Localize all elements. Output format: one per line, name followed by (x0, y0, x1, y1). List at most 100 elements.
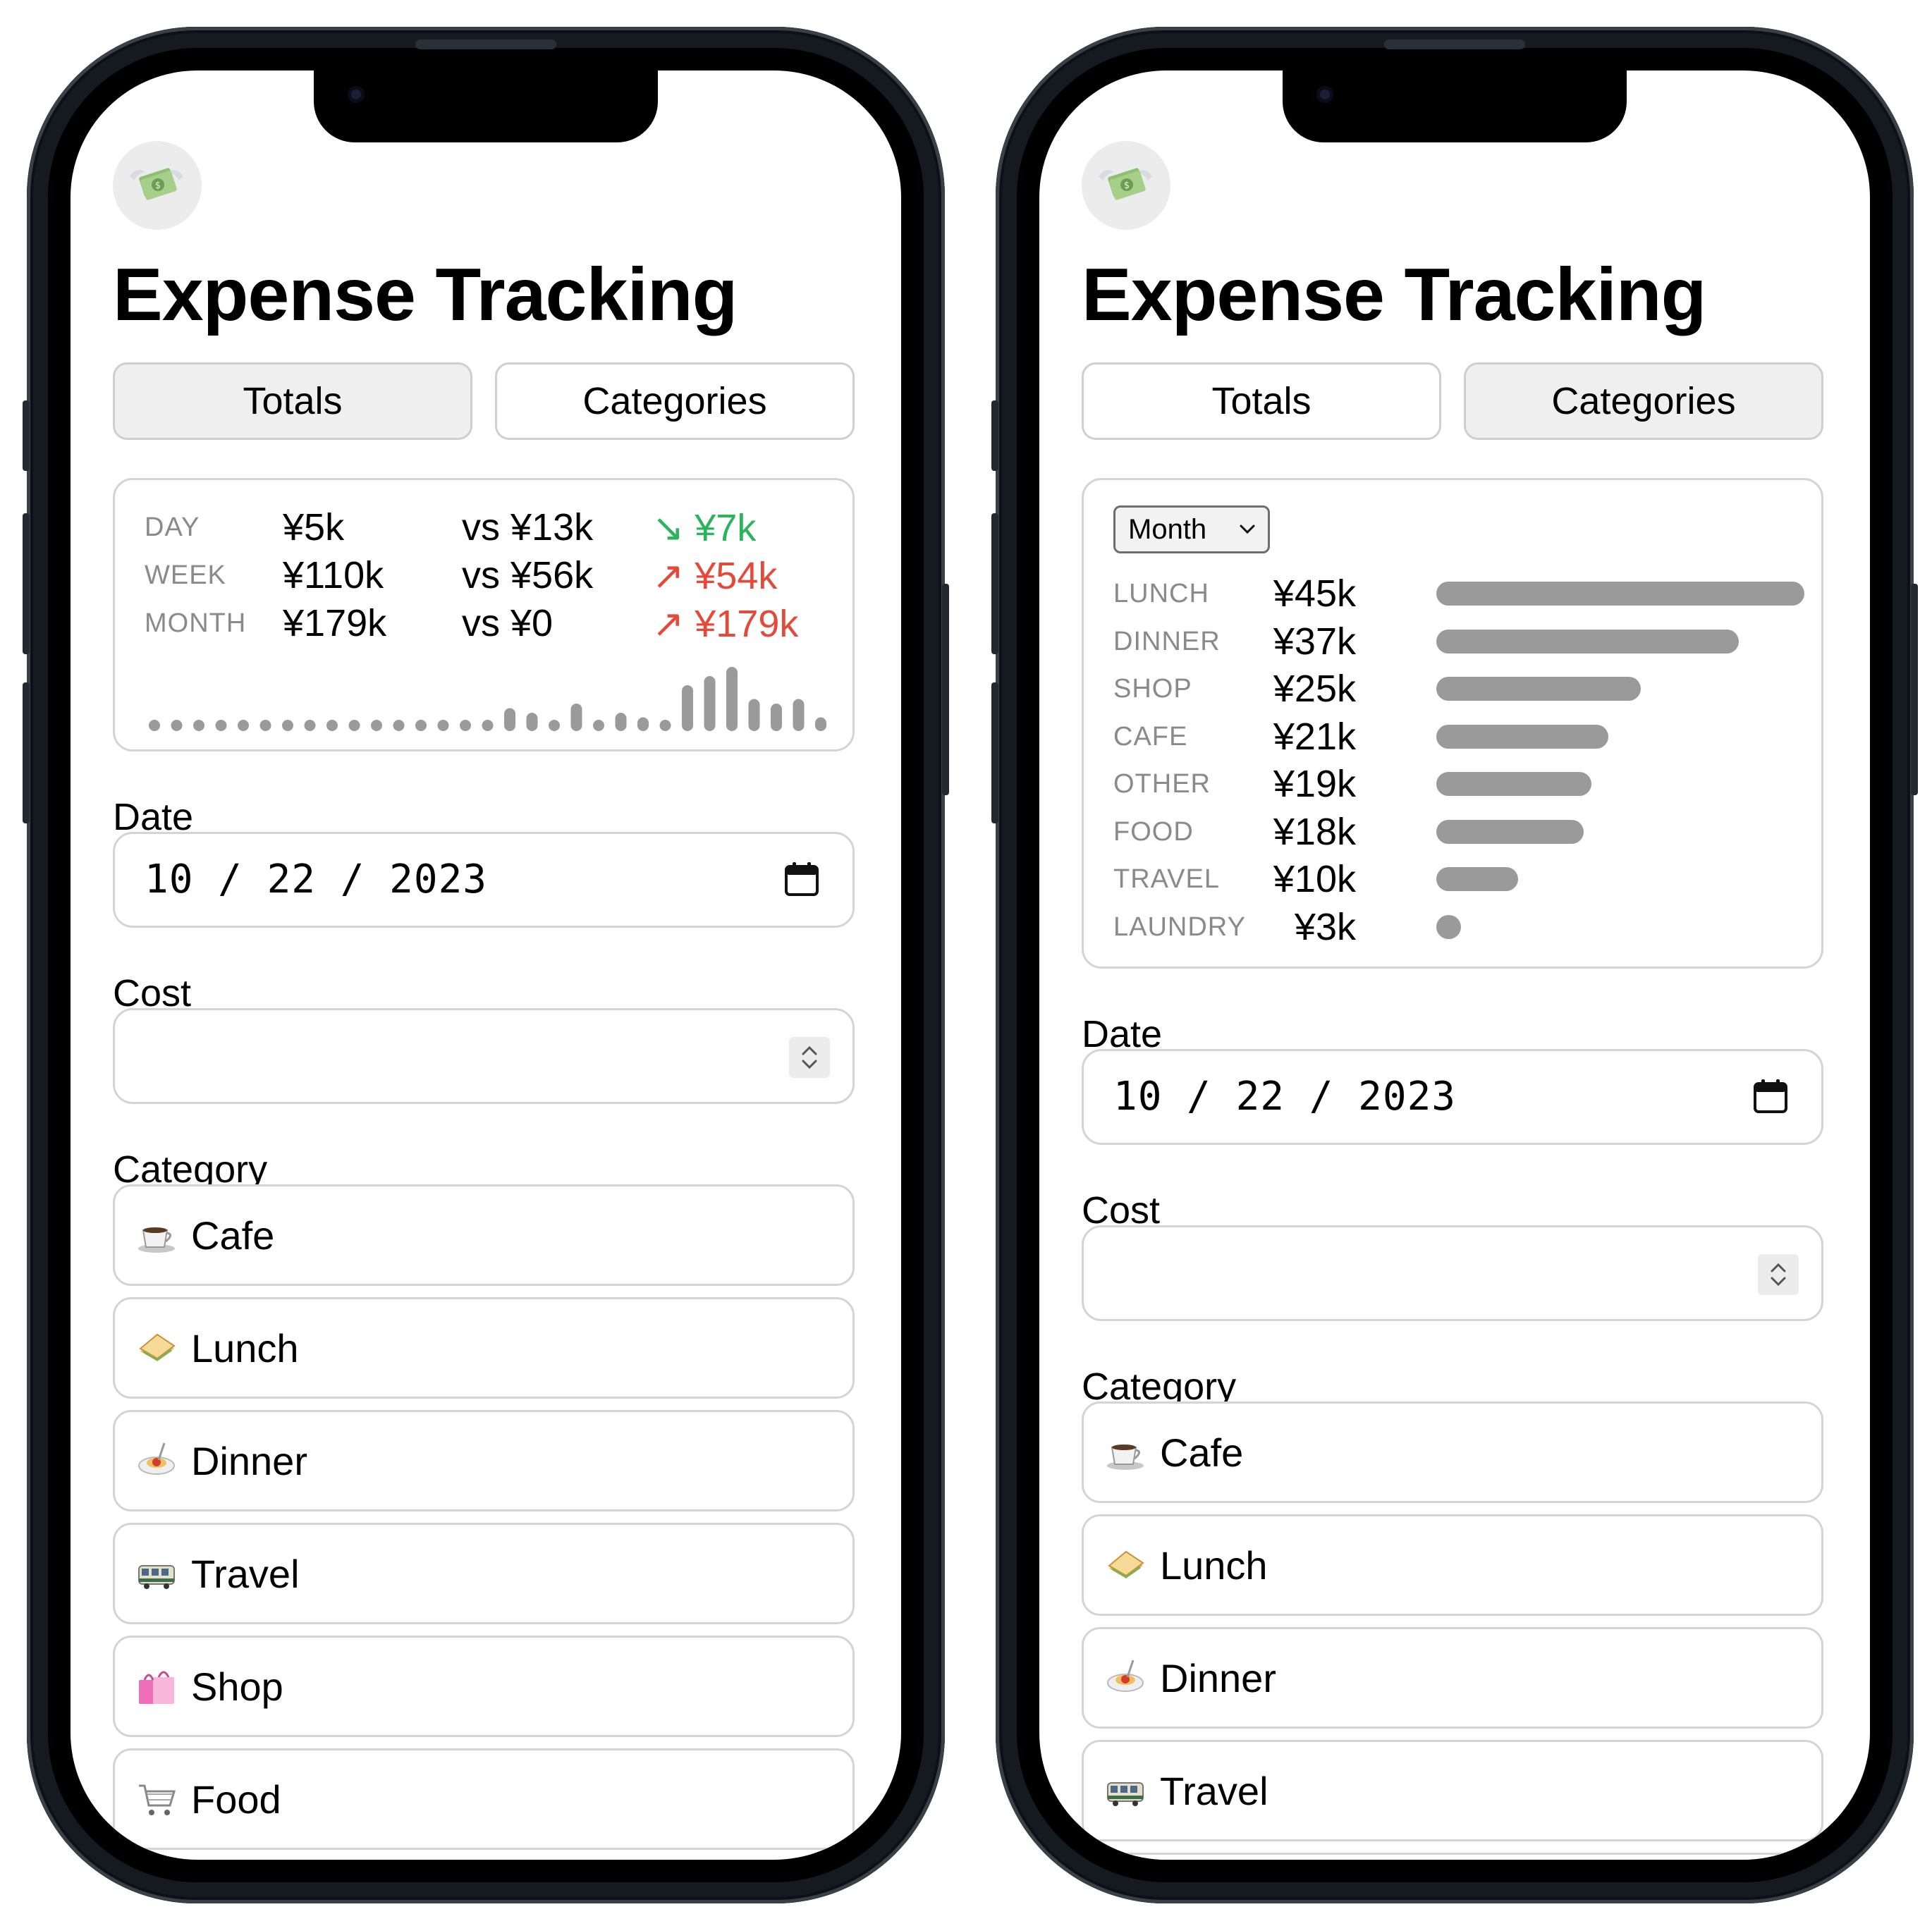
date-field[interactable]: 10 / 22 / 2023 (1082, 1049, 1823, 1145)
tab-totals[interactable]: Totals (1082, 362, 1441, 440)
category-travel-button[interactable]: Travel (113, 1523, 855, 1624)
calendar-icon[interactable] (1752, 1078, 1789, 1115)
period-select[interactable]: Month (1113, 505, 1270, 553)
power-button (1911, 584, 1918, 795)
cost-field[interactable] (113, 1008, 855, 1104)
number-stepper[interactable] (789, 1037, 830, 1078)
category-bar (1436, 819, 1584, 844)
volume-down-button (23, 682, 30, 823)
notch (1283, 70, 1627, 142)
category-cafe-button[interactable]: Cafe (1082, 1401, 1823, 1503)
category-amount: ¥19k (1273, 763, 1356, 805)
category-lunch-button[interactable]: Lunch (113, 1297, 855, 1399)
action-button (991, 400, 998, 471)
page-title: Expense Tracking (113, 253, 738, 336)
chevron-up-down-icon (802, 1045, 817, 1069)
category-dinner-button[interactable]: Dinner (1082, 1627, 1823, 1729)
number-stepper[interactable] (1758, 1254, 1799, 1295)
phone-frame-left: $ Expense Tracking Totals Categories DAY… (23, 27, 949, 1903)
money-with-wings-icon: $ (1099, 168, 1152, 200)
cost-field[interactable] (1082, 1225, 1823, 1321)
action-button (23, 400, 30, 471)
category-bar (1436, 724, 1608, 749)
category-label-text: Lunch (191, 1325, 299, 1370)
category-row: TRAVEL ¥10k (1113, 857, 1804, 900)
category-row: LAUNDRY ¥3k (1113, 905, 1804, 948)
category-food-button[interactable]: Food (113, 1748, 855, 1850)
category-name: FOOD (1113, 816, 1194, 847)
category-label-text: Travel (1160, 1768, 1268, 1813)
spark-bar (637, 717, 649, 731)
spark-bar (437, 720, 449, 731)
category-label-text: Travel (191, 1551, 300, 1596)
arrow-up-right-icon: ↗ (652, 555, 685, 597)
category-cafe-button[interactable]: Cafe (113, 1184, 855, 1286)
shopping-bags-icon (136, 1666, 177, 1707)
spark-bar (348, 720, 360, 731)
category-label-text: Dinner (191, 1438, 307, 1483)
spark-bar (482, 720, 494, 731)
spark-bar (793, 699, 805, 731)
period-delta: ↗ ¥54k (652, 555, 778, 597)
category-bar (1436, 772, 1592, 796)
camera-icon (1316, 86, 1333, 103)
power-button (942, 584, 949, 795)
spark-bar (593, 720, 604, 731)
category-breakdown-card: Month LUNCH ¥45k DINNER ¥37k SHOP ¥25k CAFE ¥21… (1082, 478, 1823, 969)
spark-bar (282, 720, 293, 731)
period-compare: vs ¥0 (462, 602, 554, 644)
date-value: 10 / 22 / 2023 (1113, 1074, 1457, 1120)
period-amount: ¥110k (283, 554, 384, 596)
period-label: WEEK (145, 560, 226, 590)
spark-bar (238, 720, 249, 731)
category-shop-button[interactable] (1082, 1853, 1823, 1860)
period-delta: ↘ ¥7k (652, 507, 757, 549)
sandwich-icon (136, 1327, 177, 1368)
chevron-up-down-icon (1771, 1263, 1786, 1287)
spark-bar (393, 720, 405, 731)
period-compare: vs ¥13k (462, 506, 594, 548)
category-bar (1436, 867, 1518, 891)
period-amount: ¥5k (283, 506, 345, 548)
spark-bar (259, 720, 271, 731)
spark-bar (504, 708, 515, 731)
category-bar (1436, 582, 1804, 606)
chevron-down-icon (1240, 525, 1255, 534)
spark-bar (171, 720, 183, 731)
spaghetti-icon (1105, 1657, 1146, 1698)
date-field[interactable]: 10 / 22 / 2023 (113, 832, 855, 928)
shopping-cart-icon (136, 1779, 177, 1820)
volume-up-button (23, 513, 30, 654)
category-name: LAUNDRY (1113, 912, 1246, 942)
spark-bar (304, 720, 316, 731)
spark-bar (215, 720, 227, 731)
category-name: TRAVEL (1113, 864, 1221, 894)
category-label-text: Food (191, 1777, 281, 1822)
avatar: $ (113, 141, 202, 230)
category-bar (1436, 629, 1740, 654)
category-bar (1436, 677, 1641, 701)
phone-frame-right: $ Expense Tracking Totals Categories Mon… (991, 27, 1918, 1903)
tab-categories[interactable]: Categories (1464, 362, 1823, 440)
date-value: 10 / 22 / 2023 (145, 857, 488, 902)
tab-totals[interactable]: Totals (113, 362, 472, 440)
screen-right: $ Expense Tracking Totals Categories Mon… (1039, 70, 1870, 1860)
category-amount: ¥18k (1273, 810, 1356, 853)
totals-card: DAY ¥5k vs ¥13k ↘ ¥7k WEEK ¥110k vs ¥56k… (113, 478, 855, 752)
spark-bar (460, 720, 471, 731)
category-name: DINNER (1113, 626, 1221, 656)
category-label-text: Lunch (1160, 1542, 1268, 1588)
tram-icon (136, 1553, 177, 1594)
category-shop-button[interactable]: Shop (113, 1636, 855, 1737)
category-travel-button[interactable]: Travel (1082, 1740, 1823, 1841)
tram-icon (1105, 1770, 1146, 1811)
category-row: OTHER ¥19k (1113, 762, 1804, 805)
category-dinner-button[interactable]: Dinner (113, 1410, 855, 1511)
calendar-icon[interactable] (783, 861, 820, 897)
category-name: OTHER (1113, 769, 1211, 799)
tab-categories[interactable]: Categories (495, 362, 855, 440)
spark-bar (526, 713, 538, 731)
spark-bar (371, 720, 382, 731)
coffee-icon (1105, 1432, 1146, 1473)
category-lunch-button[interactable]: Lunch (1082, 1514, 1823, 1616)
